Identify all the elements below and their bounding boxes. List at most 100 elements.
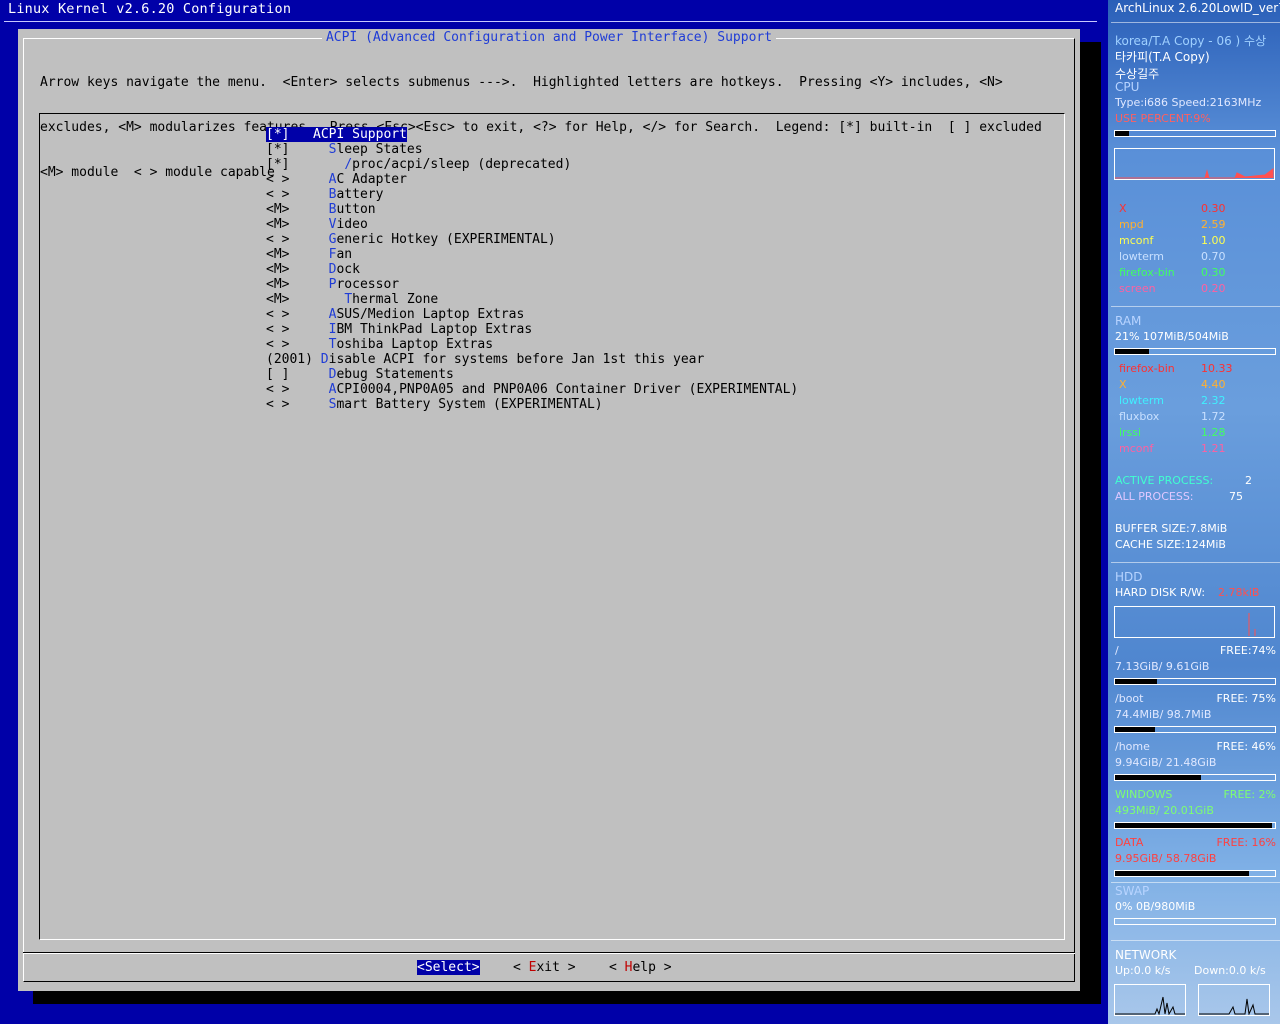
disk-bar [1114,774,1276,781]
disk-usage: 7.13GiB/ 9.61GiB [1115,660,1210,673]
swap-label: SWAP [1115,884,1150,898]
hdd-label: HDD [1115,570,1143,584]
menu-item[interactable]: [*] Sleep States [266,142,423,157]
process-value: 2.59 [1201,218,1226,231]
process-value: 4.40 [1201,378,1226,391]
menu-item[interactable]: (2001) Disable ACPI for systems before J… [266,352,704,367]
process-value: 0.70 [1201,250,1226,263]
cpu-graph [1114,148,1275,180]
menu-item-indent [313,307,329,322]
process-name: lowterm [1119,394,1164,407]
ram-bar [1114,348,1276,355]
disk-usage: 9.94GiB/ 21.48GiB [1115,756,1217,769]
menu-item[interactable]: <M> Dock [266,262,360,277]
menu-item-content: <M> Video [266,217,368,232]
button-label: xit [536,960,560,975]
menu-item-content: [*] Sleep States [266,142,423,157]
bracket: > [471,960,480,975]
menu-item-indent [313,172,329,187]
menu-item-state: <M> [266,202,290,217]
menu-item-indent [313,352,321,367]
menu-item-state: < > [266,397,290,412]
menu-item[interactable]: <M> Button [266,202,376,217]
menu-item-indent [313,367,329,382]
bracket: > [559,960,576,975]
active-process-count: 2 [1245,474,1252,487]
disk-free: FREE: 75% [1216,692,1276,705]
menu-item-label: eneric Hotkey (EXPERIMENTAL) [336,232,556,247]
bracket: < [417,960,425,975]
menu-item-content: <M> Thermal Zone [266,292,438,307]
active-process-label: ACTIVE PROCESS: [1115,474,1214,487]
all-process-label: ALL PROCESS: [1115,490,1194,503]
bracket: < [609,960,625,975]
menu-item[interactable]: < > IBM ThinkPad Laptop Extras [266,322,532,337]
dialog-title: ACPI (Advanced Configuration and Power I… [18,30,1080,45]
menu-item-indent [313,202,329,217]
divider [1111,22,1280,23]
menu-item[interactable]: < > ACPI0004,PNP0A05 and PNP0A06 Contain… [266,382,798,397]
process-name: X [1119,378,1127,391]
all-process-count: 75 [1229,490,1243,503]
menu-item-state: <M> [266,277,290,292]
menu-item[interactable]: < > AC Adapter [266,172,407,187]
bracket: < [513,960,529,975]
exit-button[interactable]: < Exit > [513,960,576,975]
menu-item-hotkey: / [344,157,353,172]
menu-item-content: <M> Dock [266,262,360,277]
disk-usage: 74.4MiB/ 98.7MiB [1115,708,1212,721]
divider [1111,882,1280,883]
disk-free: FREE: 2% [1223,788,1276,801]
process-value: 1.21 [1201,442,1226,455]
menu-item-state: [*] [266,127,290,142]
menu-item[interactable]: < > Toshiba Laptop Extras [266,337,493,352]
menu-item-state: <M> [266,247,290,262]
upload-graph [1114,984,1186,1016]
menu-item[interactable]: <M> Thermal Zone [266,292,438,307]
menu-item[interactable]: < > Battery [266,187,383,202]
buffer-size: BUFFER SIZE:7.8MiB [1115,522,1228,535]
menu-item-label: proc/acpi/sleep (deprecated) [352,157,572,172]
hdd-rw-label: HARD DISK R/W: [1115,586,1206,599]
ram-bar-fill [1115,349,1149,354]
cpu-label: CPU [1115,80,1140,94]
menu-item[interactable]: < > Generic Hotkey (EXPERIMENTAL) [266,232,556,247]
disk-free: FREE:74% [1219,644,1276,657]
help-button[interactable]: < Help > [609,960,672,975]
menu-item-content: <M> Fan [266,247,352,262]
disk-name: /boot [1115,692,1144,705]
title-underline [4,21,1097,22]
menu-item-content: < > AC Adapter [266,172,407,187]
conky-line: 타카피(T.A Copy) [1115,50,1210,64]
menu-item-label: attery [336,187,384,202]
menu-item-label: isable ACPI for systems before Jan 1st t… [328,352,705,367]
menu-item[interactable]: <M> Video [266,217,368,232]
menu-item[interactable]: < > Smart Battery System (EXPERIMENTAL) [266,397,603,412]
menu-item-indent [313,217,329,232]
menu-item[interactable]: [ ] Debug Statements [266,367,454,382]
process-name: firefox-bin [1119,362,1175,375]
cpu-bar-fill [1115,131,1130,136]
menu-item[interactable]: [*] /proc/acpi/sleep (deprecated) [266,157,571,172]
process-value: 0.30 [1201,202,1226,215]
menu-item-indent [313,262,329,277]
cpu-bar [1114,130,1276,137]
bracket: > [655,960,672,975]
menu-item[interactable]: [*] ACPI Support [266,127,407,142]
disk-bar-fill [1115,823,1272,828]
menu-item-hotkey: T [344,292,353,307]
menu-item-content: < > Generic Hotkey (EXPERIMENTAL) [266,232,556,247]
menu-item[interactable]: <M> Processor [266,277,399,292]
menu-item-state: [*] [266,142,290,157]
disk-bar-fill [1115,679,1157,684]
select-button[interactable]: <Select> [417,960,480,975]
menu-item-label: CPI Support [320,127,407,142]
menu-item[interactable]: < > ASUS/Medion Laptop Extras [266,307,524,322]
ram-label: RAM [1115,314,1142,328]
disk-bar-fill [1115,775,1202,780]
menu-item-content: < > Toshiba Laptop Extras [266,337,493,352]
menu-item[interactable]: <M> Fan [266,247,352,262]
process-name: fluxbox [1119,410,1160,423]
disk-name: WINDOWS [1115,788,1173,801]
process-value: 1.72 [1201,410,1226,423]
